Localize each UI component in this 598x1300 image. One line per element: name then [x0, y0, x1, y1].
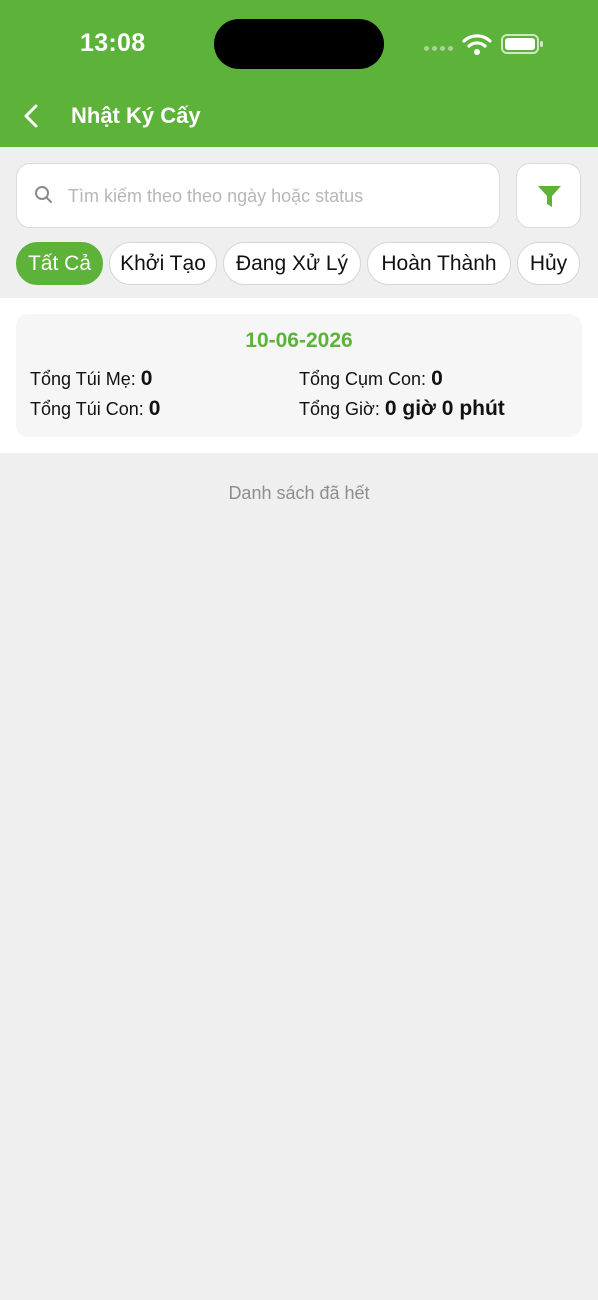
- tab-all[interactable]: Tất Cả: [16, 242, 103, 285]
- stat-tong-tui-me: Tổng Túi Mẹ: 0: [30, 367, 152, 391]
- chevron-left-icon[interactable]: [20, 102, 42, 130]
- list-end-text: Danh sách đã hết: [228, 483, 370, 503]
- battery-icon: [501, 34, 543, 54]
- tab-cancelled[interactable]: Hủy: [517, 242, 580, 285]
- app-header: 13:08 Nhật Ký Cấy: [0, 0, 598, 147]
- search-input[interactable]: [68, 176, 488, 216]
- stat-value: 0: [148, 397, 161, 420]
- cellular-signal-icon: [424, 46, 453, 51]
- stat-value: 0: [431, 367, 443, 390]
- tab-initialized[interactable]: Khởi Tạo: [109, 242, 217, 285]
- stat-tong-cum-con: Tổng Cụm Con: 0: [299, 367, 443, 391]
- filter-icon: [538, 186, 561, 207]
- filter-button[interactable]: [516, 163, 581, 228]
- stat-label: Tổng Cụm Con:: [299, 369, 427, 389]
- stat-value: 0: [140, 367, 153, 390]
- status-tabs: Tất Cả Khởi Tạo Đang Xử Lý Hoàn Thành Hủ…: [16, 242, 598, 285]
- stat-label: Tổng Túi Mẹ:: [30, 369, 136, 389]
- stat-tong-gio: Tổng Giờ: 0 giờ 0 phút: [299, 397, 505, 421]
- stat-tong-tui-con: Tổng Túi Con: 0: [30, 397, 160, 421]
- entry-date: 10-06-2026: [245, 329, 353, 352]
- stat-label: Tổng Giờ:: [299, 399, 380, 419]
- stat-label: Tổng Túi Con:: [30, 399, 144, 419]
- tab-processing[interactable]: Đang Xử Lý: [223, 242, 361, 285]
- status-time: 13:08: [80, 29, 146, 57]
- search-icon: [35, 186, 52, 203]
- tab-completed[interactable]: Hoàn Thành: [367, 242, 511, 285]
- page-title: Nhật Ký Cấy: [71, 103, 201, 128]
- wifi-icon: [462, 34, 492, 55]
- dynamic-island: [214, 19, 384, 69]
- stat-value: 0 giờ 0 phút: [384, 397, 505, 420]
